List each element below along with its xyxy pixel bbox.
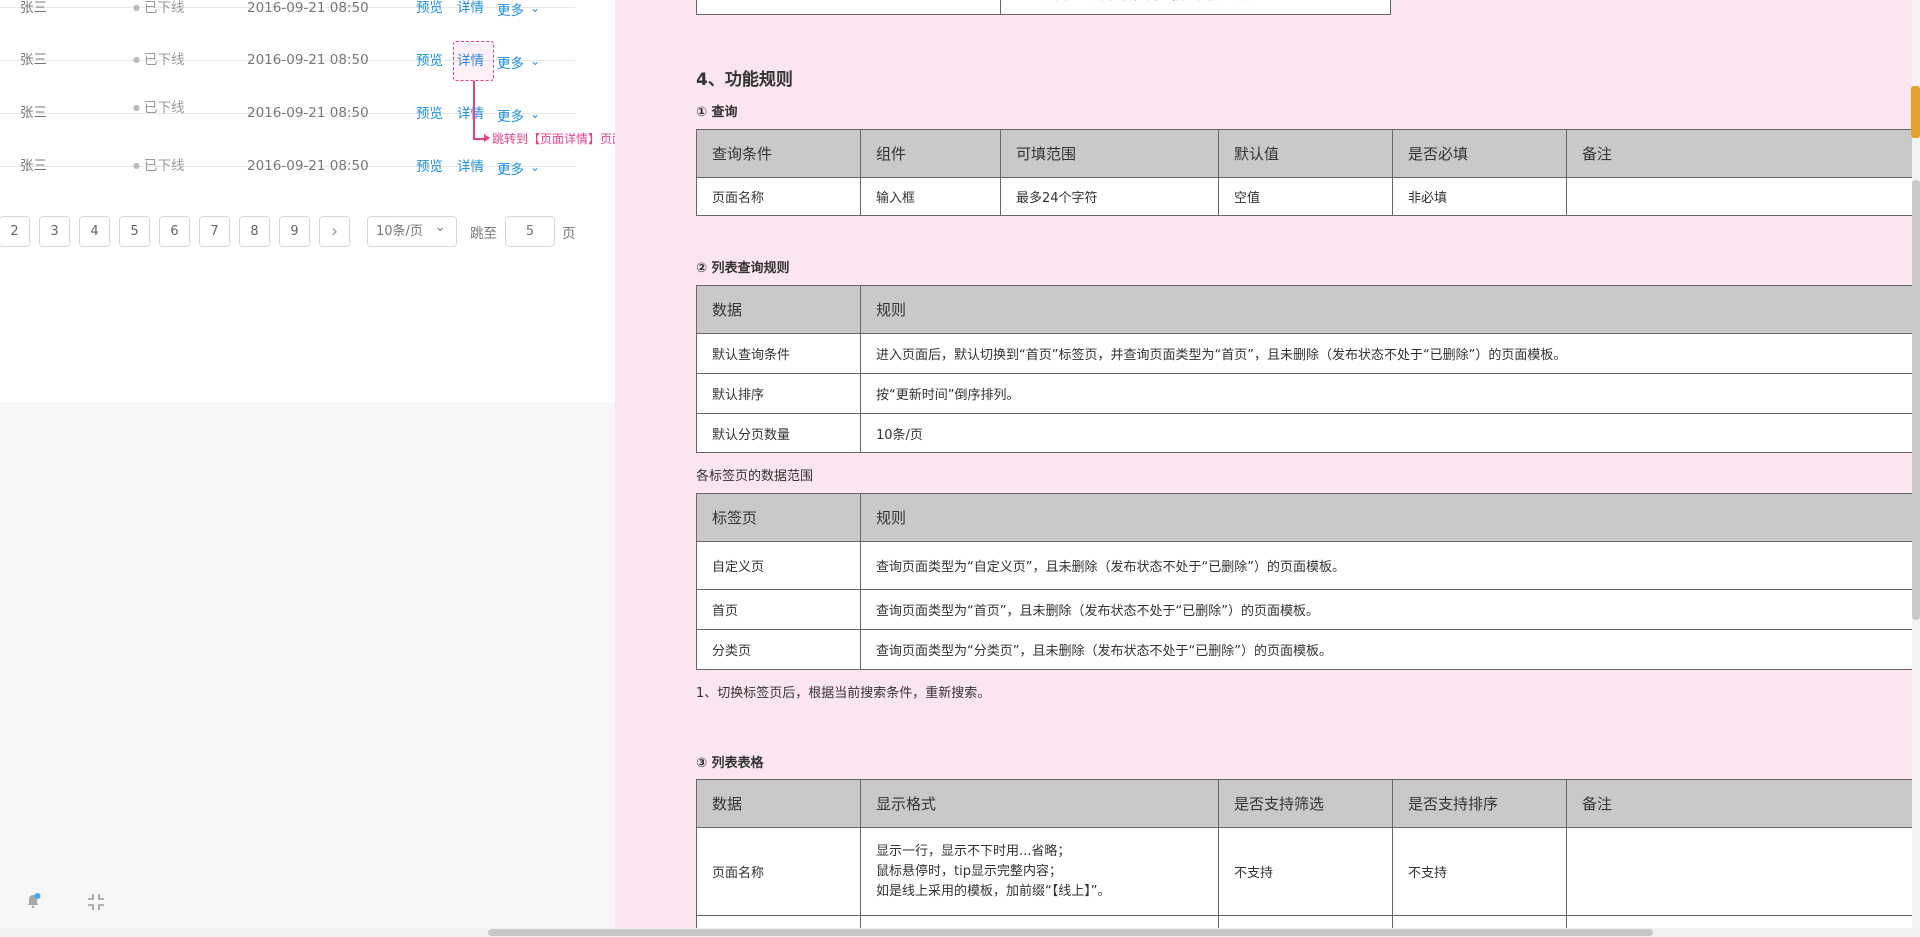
format-line: 鼠标悬停时，tip显示完整内容；: [876, 863, 1062, 879]
table-header: 是否支持筛选: [1218, 779, 1393, 828]
subsection-title: ② 列表查询规则: [696, 261, 790, 276]
table-cell: 显示页面的全部模板，需要按页面类型筛选: [1000, 0, 1391, 15]
table-header: 默认值: [1218, 129, 1393, 178]
page-size-select[interactable]: 10条/页: [367, 213, 457, 247]
table-cell: 分类页: [696, 629, 861, 670]
table-cell: [1218, 915, 1393, 928]
list-rules-table: 数据 规则 默认查询条件 进入页面后，默认切换到“首页”标签页，并查询页面类型为…: [696, 285, 1920, 453]
table-header: 是否支持排序: [1392, 779, 1567, 828]
table-cell: [1566, 827, 1920, 916]
table-header: 备注: [1566, 779, 1920, 828]
annotation-connector: [473, 81, 475, 139]
table-cell: 查询页面类型为“自定义页”，且未删除（发布状态不处于“已删除”）的页面模板。: [860, 541, 1920, 590]
next-page-button[interactable]: ›: [319, 216, 350, 247]
page-unit-label: 页: [562, 226, 576, 242]
annotation-arrow-icon: [484, 134, 490, 142]
table-cell: 页面名称: [696, 827, 861, 916]
format-cell: 显示一行，显示不下时用...省略； 鼠标悬停时，tip显示完整内容； 如是线上采…: [860, 827, 1219, 916]
page-button-2[interactable]: 2: [0, 216, 30, 247]
table-cell: 空值: [1218, 177, 1393, 216]
jump-page-input[interactable]: 5: [505, 216, 555, 247]
spec-document: 显示页面的全部模板，需要按页面类型筛选 4、功能规则 ① 查询 查询条件 组件 …: [615, 0, 1920, 928]
table-cell: 默认分页数量: [696, 413, 861, 453]
row-name: 张三: [20, 158, 47, 174]
query-table: 查询条件 组件 可填范围 默认值 是否必填 备注 页面名称 输入框 最多24个字…: [696, 129, 1920, 216]
format-line: 显示一行，显示不下时用...省略；: [876, 843, 1071, 859]
table-header: 查询条件: [696, 129, 861, 178]
table-cell: [1566, 177, 1920, 216]
jump-label: 跳至: [470, 226, 497, 242]
page-button-5[interactable]: 5: [119, 216, 150, 247]
format-line: 如是线上采用的模板，加前缀“【线上】”。: [876, 883, 1111, 899]
table-cell: 不支持: [1218, 827, 1393, 916]
table-cell: [860, 915, 1219, 928]
page-button-6[interactable]: 6: [159, 216, 190, 247]
note-text: 1、切换标签页后，根据当前搜索条件，重新搜索。: [696, 686, 991, 701]
table-caption: 各标签页的数据范围: [696, 469, 814, 484]
table-header: 数据: [696, 285, 861, 334]
prototype-panel: 张三 已下线 2016-09-21 08:50 预览 详情 更多 张三 已下线 …: [0, 0, 624, 937]
table-cell: 自定义页: [696, 541, 861, 590]
table-header: 显示格式: [860, 779, 1219, 828]
collapse-icon[interactable]: [86, 892, 106, 912]
table-cell: 页面名称: [696, 177, 861, 216]
row-date: 2016-09-21 08:50: [247, 158, 369, 174]
table-cell: 查询页面类型为“首页”，且未删除（发布状态不处于“已删除”）的页面模板。: [860, 589, 1920, 630]
table-row: 张三 已下线 2016-09-21 08:50 预览 详情 更多: [0, 0, 575, 19]
table-cell: 查询页面类型为“分类页”，且未删除（发布状态不处于“已删除”）的页面模板。: [860, 629, 1920, 670]
table-cell: 输入框: [860, 177, 1001, 216]
annotation-note: 跳转到【页面详情】页面: [492, 132, 625, 146]
status-badge: 已下线: [133, 158, 185, 174]
table-cell: [1392, 915, 1567, 928]
preview-link[interactable]: 预览: [416, 159, 443, 175]
tab-scope-table: 标签页 规则 自定义页 查询页面类型为“自定义页”，且未删除（发布状态不处于“已…: [696, 493, 1920, 670]
horizontal-scrollbar-thumb[interactable]: [488, 929, 1653, 936]
table-cell: [696, 915, 861, 928]
list-columns-table: 数据 显示格式 是否支持筛选 是否支持排序 备注 页面名称 显示一行，显示不下时…: [696, 779, 1920, 928]
table-cell: 按“更新时间”倒序排列。: [860, 373, 1920, 414]
table-header: 数据: [696, 779, 861, 828]
page-button-9[interactable]: 9: [279, 216, 310, 247]
page-button-7[interactable]: 7: [199, 216, 230, 247]
bell-icon[interactable]: [25, 893, 41, 909]
detail-link-highlight: [453, 41, 494, 81]
table-header: 是否必填: [1392, 129, 1567, 178]
table-cell: 非必填: [1392, 177, 1567, 216]
table-cell: 最多24个字符: [1000, 177, 1219, 216]
page-button-8[interactable]: 8: [239, 216, 270, 247]
table-header: 规则: [860, 285, 1920, 334]
section-title: 4、功能规则: [696, 70, 793, 90]
table-header: 规则: [860, 493, 1920, 542]
table-header: 备注: [1566, 129, 1920, 178]
table-cell: 不支持: [1392, 827, 1567, 916]
table-header: 可填范围: [1000, 129, 1219, 178]
table-cell: 进入页面后，默认切换到“首页”标签页，并查询页面类型为“首页”，且未删除（发布状…: [860, 333, 1920, 374]
table-cell: 默认查询条件: [696, 333, 861, 374]
table-cell: 10条/页: [860, 413, 1920, 453]
table-cell: 默认排序: [696, 373, 861, 414]
subsection-title: ① 查询: [696, 105, 738, 120]
table-cell: 首页: [696, 589, 861, 630]
vertical-scrollbar-thumb[interactable]: [1912, 180, 1920, 620]
top-table-fragment: 显示页面的全部模板，需要按页面类型筛选: [696, 0, 1391, 15]
table-header: 组件: [860, 129, 1001, 178]
detail-link[interactable]: 详情: [457, 159, 484, 175]
more-dropdown[interactable]: 更多: [497, 159, 540, 178]
table-header: 标签页: [696, 493, 861, 542]
table-cell: [1566, 915, 1920, 928]
subsection-title: ③ 列表表格: [696, 756, 764, 771]
scroll-position-marker: [1911, 86, 1920, 138]
page-button-4[interactable]: 4: [79, 216, 110, 247]
page-button-3[interactable]: 3: [39, 216, 70, 247]
